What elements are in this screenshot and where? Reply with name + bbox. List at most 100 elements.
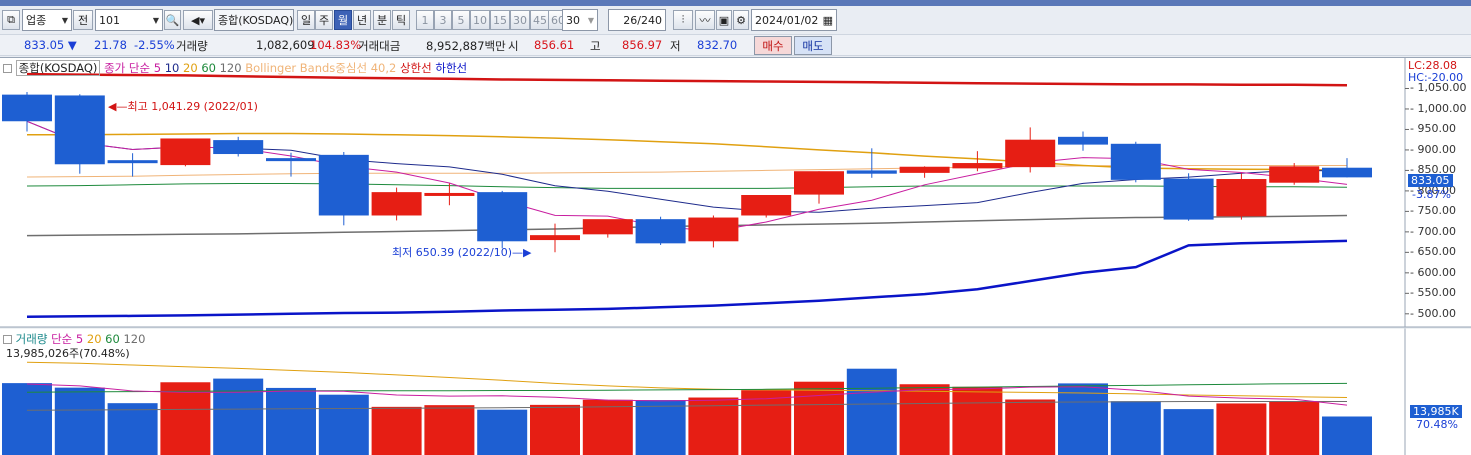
screen-link-icon[interactable]: ⧉	[2, 10, 20, 30]
price-tick-label: - 950.00	[1410, 122, 1456, 136]
candle-body[interactable]	[530, 235, 580, 241]
volume-bar[interactable]	[1163, 409, 1214, 455]
low-value: 832.70	[697, 38, 738, 52]
period-button-3[interactable]: 년	[353, 10, 371, 30]
volume-bar[interactable]	[1058, 383, 1108, 455]
volume-bar[interactable]	[318, 394, 369, 455]
volume-bar[interactable]	[107, 403, 158, 455]
open-value: 856.61	[534, 38, 575, 52]
interval-button-15[interactable]: 15	[490, 10, 510, 30]
volume-bar[interactable]	[530, 404, 580, 455]
legend-ma20: 20	[183, 61, 198, 75]
interval-button-30[interactable]: 30	[510, 10, 530, 30]
candle-body[interactable]	[1322, 167, 1372, 178]
volume-bar[interactable]	[741, 390, 792, 455]
date-field[interactable]: 2024/01/02 ▦	[751, 9, 837, 31]
candle-body[interactable]	[213, 140, 264, 155]
speaker-icon[interactable]: ◀▾	[183, 10, 213, 30]
market-select-value: 업종	[26, 14, 47, 27]
period-button-1[interactable]: 주	[315, 10, 333, 30]
volume-bar[interactable]	[952, 386, 1003, 455]
candle-body[interactable]	[952, 163, 1003, 169]
candle-body[interactable]	[477, 192, 528, 242]
interval-button-5[interactable]: 5	[452, 10, 470, 30]
save-icon[interactable]: ▣	[716, 10, 732, 30]
prev-button[interactable]: 전	[73, 10, 93, 30]
volume-bar[interactable]	[424, 405, 475, 455]
volume-bar[interactable]	[1005, 399, 1056, 455]
volume-bar[interactable]	[1322, 416, 1372, 455]
period-button-4[interactable]: 분	[373, 10, 391, 30]
line-chart-icon[interactable]: 〰	[695, 10, 715, 30]
candle-body[interactable]	[160, 138, 211, 166]
period-button-0[interactable]: 일	[297, 10, 315, 30]
volume-bar[interactable]	[1216, 403, 1267, 455]
date-value: 2024/01/02	[755, 13, 819, 27]
volume-bar[interactable]	[2, 383, 52, 455]
price-tick-label: - 600.00	[1410, 265, 1456, 279]
candle-body[interactable]	[1110, 143, 1161, 180]
candle-body[interactable]	[846, 170, 897, 174]
period-button-2[interactable]: 월	[334, 10, 352, 30]
candle-type-icon[interactable]: ⫶	[673, 10, 693, 30]
candle-body[interactable]	[1163, 178, 1214, 220]
candle-body[interactable]	[107, 160, 158, 164]
candle-body[interactable]	[371, 192, 422, 216]
volume-bar[interactable]	[213, 378, 264, 455]
price-tick-label: - 1,050.00	[1410, 81, 1467, 95]
high-annotation: ◀—최고 1,041.29 (2022/01)	[108, 100, 258, 113]
buy-button[interactable]: 매수	[754, 36, 792, 55]
last-volume-tag: 13,985K	[1410, 405, 1462, 418]
candle-body[interactable]	[424, 192, 475, 196]
candle-body[interactable]	[688, 217, 739, 242]
chevron-down-icon: ▼	[587, 15, 594, 25]
candle-body[interactable]	[318, 154, 369, 216]
chart-canvas[interactable]	[0, 58, 1471, 455]
volume-bar[interactable]	[794, 381, 844, 455]
volume-bar[interactable]	[846, 368, 897, 455]
interval-button-3[interactable]: 3	[434, 10, 452, 30]
candle-body[interactable]	[54, 95, 105, 165]
candle-body[interactable]	[1005, 139, 1056, 168]
candle-body[interactable]	[635, 219, 686, 244]
calendar-icon[interactable]: ▦	[823, 14, 833, 27]
interval-button-10[interactable]: 10	[470, 10, 490, 30]
volume-bar[interactable]	[1269, 401, 1320, 455]
volume-bar[interactable]	[371, 406, 422, 455]
market-select[interactable]: 업종 ▼	[22, 9, 72, 31]
checkbox-icon[interactable]	[3, 64, 12, 73]
amount-label: 거래대금	[358, 39, 401, 53]
interval-select[interactable]: 30 ▼	[562, 9, 598, 31]
candle-body[interactable]	[582, 219, 633, 235]
volume-bar[interactable]	[266, 387, 316, 455]
chart-area[interactable]: 종합(KOSDAQ) 종가 단순 5 10 20 60 120 Bollinge…	[0, 57, 1471, 455]
candle-body[interactable]	[794, 171, 844, 195]
candle-body[interactable]	[266, 158, 316, 162]
candle-body[interactable]	[899, 166, 950, 173]
volume-bar[interactable]	[477, 409, 528, 455]
chevron-down-icon: ▼	[152, 15, 159, 25]
gear-icon[interactable]: ⚙	[733, 10, 749, 30]
volume-bar[interactable]	[54, 387, 105, 455]
candle-body[interactable]	[741, 195, 792, 216]
interval-button-1[interactable]: 1	[416, 10, 434, 30]
volume-bar[interactable]	[899, 384, 950, 455]
interval-button-45[interactable]: 45	[530, 10, 550, 30]
volume-bar[interactable]	[160, 382, 211, 455]
volume-bar[interactable]	[635, 400, 686, 455]
period-button-5[interactable]: 틱	[392, 10, 410, 30]
volume-bar[interactable]	[1110, 401, 1161, 455]
volume-bar[interactable]	[582, 399, 633, 455]
window-titlebar-strip	[0, 0, 1471, 6]
high-value: 856.97	[622, 38, 663, 52]
code-input[interactable]: 101 ▼	[95, 9, 163, 31]
search-icon[interactable]: 🔍	[164, 10, 181, 30]
sell-button[interactable]: 매도	[794, 36, 832, 55]
candle-body[interactable]	[1269, 166, 1320, 183]
candle-body[interactable]	[1058, 136, 1108, 145]
candle-body[interactable]	[1216, 179, 1267, 217]
volume-value: 1,082,609	[256, 38, 315, 52]
bar-count-field[interactable]: 26/240	[608, 9, 666, 31]
candle-body[interactable]	[2, 94, 52, 122]
checkbox-icon[interactable]	[3, 335, 12, 344]
